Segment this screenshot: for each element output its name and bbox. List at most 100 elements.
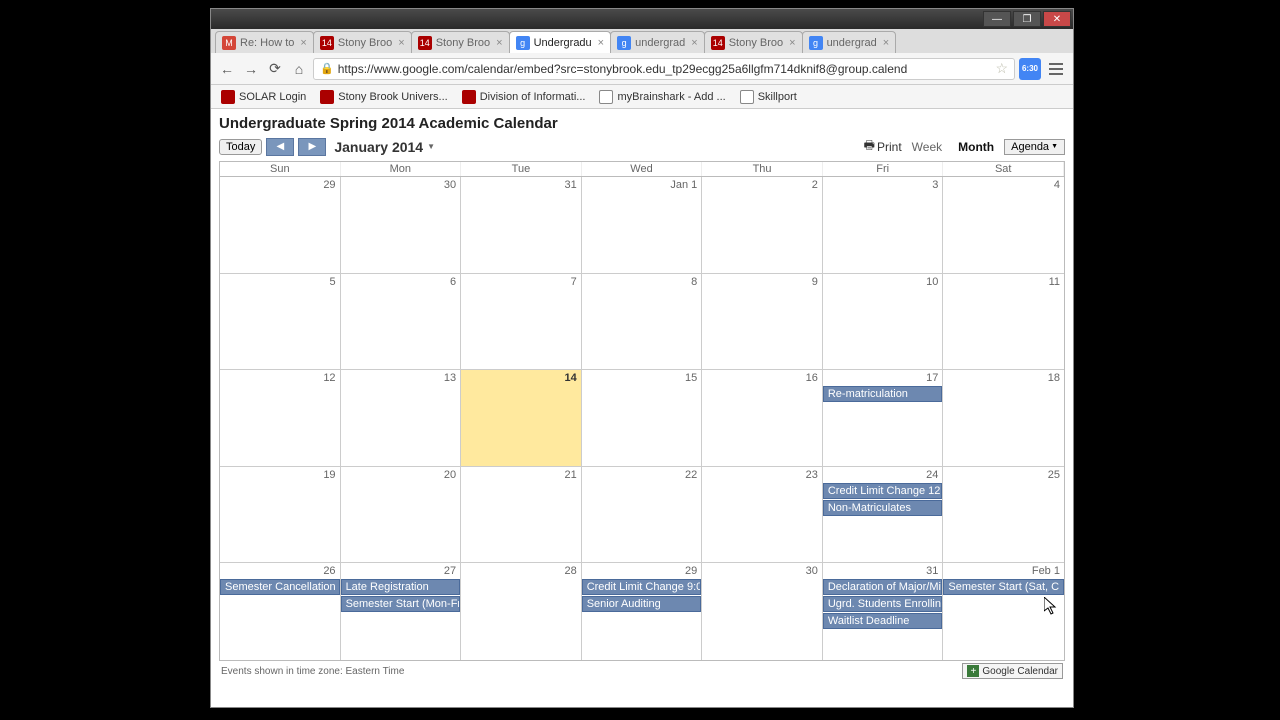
bookmark-item[interactable]: Stony Brook Univers... [316,88,451,106]
calendar-cell[interactable]: 15 [582,370,703,466]
favicon-icon: M [222,36,236,50]
calendar-cell[interactable]: Jan 1 [582,177,703,273]
calendar-cell[interactable]: 28 [461,563,582,660]
date-number: 18 [1048,372,1060,384]
calendar-week-row: 293031Jan 1234 [220,177,1064,274]
bookmark-star-icon[interactable]: ☆ [995,60,1008,77]
calendar-cell[interactable]: 9 [702,274,823,370]
calendar-cell[interactable]: 22 [582,467,703,563]
bookmark-item[interactable]: Skillport [736,88,801,106]
calendar-cell[interactable]: 12 [220,370,341,466]
calendar-cell[interactable]: 4 [943,177,1064,273]
calendar-cell[interactable]: 8 [582,274,703,370]
calendar-cell[interactable]: Feb 1Semester Start (Sat, C [943,563,1064,660]
calendar-event[interactable]: Senior Auditing [582,596,702,612]
calendar-cell[interactable]: 18 [943,370,1064,466]
calendar-cell[interactable]: 5 [220,274,341,370]
calendar-cell[interactable]: 26Semester Cancellation [220,563,341,660]
calendar-cell[interactable]: 11 [943,274,1064,370]
date-number: 28 [564,565,576,577]
calendar-cell[interactable]: 20 [341,467,462,563]
calendar-cell[interactable]: 31Declaration of Major/MiUgrd. Students … [823,563,944,660]
view-month-tab[interactable]: Month [952,138,1000,156]
calendar-event[interactable]: Ugrd. Students Enrolling [823,596,943,612]
forward-button[interactable]: → [241,59,261,79]
date-number: 13 [444,372,456,384]
maximize-button[interactable]: ❐ [1013,11,1041,27]
tab-close-icon[interactable]: × [598,37,604,49]
calendar-event[interactable]: Credit Limit Change 9:0 [582,579,702,595]
calendar-cell[interactable]: 27Late RegistrationSemester Start (Mon-F… [341,563,462,660]
browser-tab[interactable]: MRe: How to× [215,31,314,53]
calendar-cell[interactable]: 19 [220,467,341,563]
calendar-event[interactable]: Non-Matriculates [823,500,943,516]
minimize-button[interactable]: — [983,11,1011,27]
view-agenda-tab[interactable]: Agenda [1004,139,1065,155]
browser-window: — ❐ ✕ MRe: How to×14Stony Broo×14Stony B… [210,8,1074,708]
tab-close-icon[interactable]: × [883,37,889,49]
calendar-cell[interactable]: 30 [702,563,823,660]
calendar-event[interactable]: Semester Start (Sat, C [943,579,1064,595]
calendar-cell[interactable]: 13 [341,370,462,466]
browser-tab[interactable]: 14Stony Broo× [313,31,412,53]
calendar-event[interactable]: Credit Limit Change 12: [823,483,943,499]
browser-tab[interactable]: 14Stony Broo× [704,31,803,53]
calendar-event[interactable]: Waitlist Deadline [823,613,943,629]
date-number: 10 [926,276,938,288]
calendar-cell[interactable]: 10 [823,274,944,370]
tab-close-icon[interactable]: × [300,37,306,49]
today-button[interactable]: Today [219,139,262,155]
home-button[interactable]: ⌂ [289,59,309,79]
extension-icon[interactable]: 6:30 [1019,58,1041,80]
date-number: 12 [323,372,335,384]
calendar-cell[interactable]: 3 [823,177,944,273]
calendar-cell[interactable]: 7 [461,274,582,370]
reload-button[interactable]: ⟳ [265,59,285,79]
tab-close-icon[interactable]: × [496,37,502,49]
back-button[interactable]: ← [217,59,237,79]
calendar-cell[interactable]: 17Re-matriculation [823,370,944,466]
print-button[interactable]: 🖶 Print [864,136,902,157]
tab-close-icon[interactable]: × [398,37,404,49]
calendar-cell[interactable]: 21 [461,467,582,563]
chrome-menu-button[interactable] [1045,58,1067,80]
omnibox[interactable]: 🔒 https://www.google.com/calendar/embed?… [313,58,1015,80]
calendar-cell[interactable]: 6 [341,274,462,370]
tab-close-icon[interactable]: × [789,37,795,49]
view-week-tab[interactable]: Week [906,138,948,156]
bookmark-bar: SOLAR Login Stony Brook Univers... Divisio… [211,85,1073,109]
browser-tab[interactable]: 14Stony Broo× [411,31,510,53]
calendar-cell[interactable]: 29Credit Limit Change 9:0Senior Auditing [582,563,703,660]
close-button[interactable]: ✕ [1043,11,1071,27]
calendar-controls: Today ◀ ▶ January 2014 🖶 Print Week Mont… [219,136,1065,157]
bookmark-item[interactable]: Division of Informati... [458,88,590,106]
calendar-cell[interactable]: 2 [702,177,823,273]
prev-month-button[interactable]: ◀ [266,138,294,156]
calendar-event[interactable]: Late Registration [341,579,461,595]
browser-tab[interactable]: gundergrad× [802,31,897,53]
calendar-event[interactable]: Declaration of Major/Mi [823,579,943,595]
bookmark-item[interactable]: myBrainshark - Add ... [595,88,729,106]
bookmark-item[interactable]: SOLAR Login [217,88,310,106]
calendar-event[interactable]: Semester Start (Mon-Fr [341,596,461,612]
calendar-cell[interactable]: 30 [341,177,462,273]
calendar-event[interactable]: Semester Cancellation [220,579,340,595]
calendar-cell[interactable]: 16 [702,370,823,466]
bookmark-label: Stony Brook Univers... [338,91,447,103]
calendar-cell[interactable]: 24Credit Limit Change 12:Non-Matriculate… [823,467,944,563]
browser-tab[interactable]: gUndergradu× [509,31,612,53]
calendar-cell[interactable]: 23 [702,467,823,563]
calendar-cell[interactable]: 25 [943,467,1064,563]
calendar-event[interactable]: Re-matriculation [823,386,943,402]
browser-tab[interactable]: gundergrad× [610,31,705,53]
calendar-cell[interactable]: 31 [461,177,582,273]
google-calendar-button[interactable]: + Google Calendar [962,663,1063,679]
month-selector[interactable]: January 2014 [334,139,435,155]
calendar-cell[interactable]: 29 [220,177,341,273]
bookmark-label: myBrainshark - Add ... [617,91,725,103]
tab-close-icon[interactable]: × [691,37,697,49]
tab-label: Stony Broo [338,37,392,49]
calendar-cell[interactable]: 14 [461,370,582,466]
next-month-button[interactable]: ▶ [298,138,326,156]
day-header: Sun [220,162,341,176]
